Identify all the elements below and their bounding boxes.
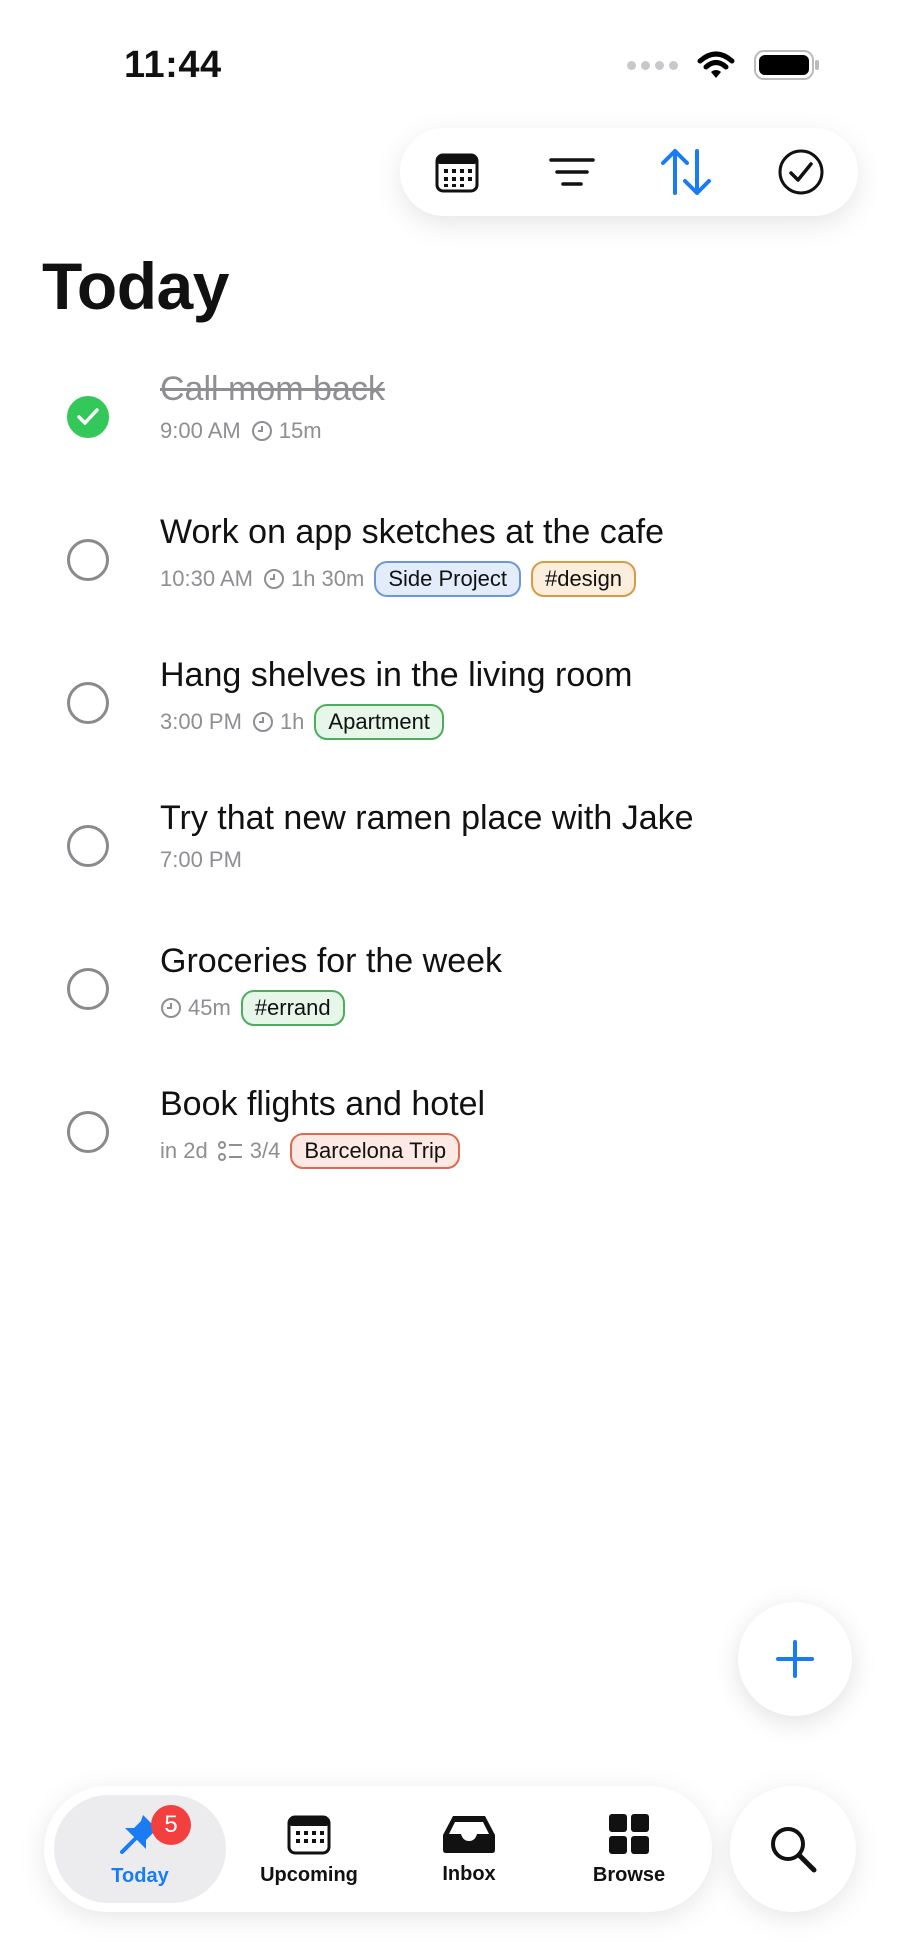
tab-inbox[interactable]: Inbox bbox=[394, 1786, 544, 1912]
task-row[interactable]: Try that new ramen place with Jake 7:00 … bbox=[0, 775, 900, 918]
task-title: Call mom back bbox=[160, 370, 385, 408]
tab-upcoming[interactable]: Upcoming bbox=[234, 1786, 384, 1912]
task-meta: in 2d 3/4 Barcelona Trip bbox=[160, 1133, 461, 1169]
task-duration: 45m bbox=[160, 995, 231, 1021]
task-checkbox[interactable] bbox=[67, 682, 109, 724]
plus-icon bbox=[776, 1640, 814, 1678]
task-row[interactable]: Book flights and hotel in 2d 3/4 Barcelo… bbox=[0, 1061, 900, 1204]
task-time: 7:00 PM bbox=[160, 847, 242, 872]
task-row[interactable]: Groceries for the week 45m #errand bbox=[0, 918, 900, 1061]
tab-today[interactable]: 5 Today bbox=[54, 1795, 226, 1903]
task-title: Try that new ramen place with Jake bbox=[160, 799, 694, 837]
clock-icon bbox=[263, 569, 284, 589]
project-tag[interactable]: Barcelona Trip bbox=[290, 1133, 461, 1169]
task-due: in 2d bbox=[160, 1138, 208, 1163]
battery-icon bbox=[754, 50, 819, 80]
tab-bar: 5 Today Upcoming Inbox Browse bbox=[44, 1786, 712, 1912]
task-title: Groceries for the week bbox=[160, 942, 503, 980]
project-tag[interactable]: Side Project bbox=[374, 561, 521, 597]
task-meta: 9:00 AM 15m bbox=[160, 418, 322, 444]
task-meta: 3:00 PM 1h Apartment bbox=[160, 704, 444, 740]
task-subtasks-text: 3/4 bbox=[249, 1138, 281, 1163]
search-button[interactable] bbox=[730, 1786, 856, 1912]
inbox-tray-icon bbox=[443, 1815, 495, 1853]
filter-button[interactable] bbox=[540, 140, 604, 204]
task-checkbox-completed[interactable] bbox=[67, 396, 109, 438]
checkmark-icon bbox=[77, 408, 99, 425]
task-meta: 45m #errand bbox=[160, 990, 345, 1026]
page-title: Today bbox=[42, 249, 229, 323]
filter-lines-icon bbox=[549, 158, 595, 186]
task-checkbox[interactable] bbox=[67, 539, 109, 581]
task-duration-text: 1h bbox=[279, 709, 305, 734]
label-tag[interactable]: #errand bbox=[240, 990, 345, 1026]
calendar-icon bbox=[435, 153, 479, 193]
status-icons bbox=[627, 50, 820, 80]
project-tag[interactable]: Apartment bbox=[314, 704, 444, 740]
tab-label: Browse bbox=[592, 1863, 666, 1886]
task-time: 9:00 AM bbox=[160, 418, 241, 443]
task-checkbox[interactable] bbox=[67, 968, 109, 1010]
task-checkbox[interactable] bbox=[67, 825, 109, 867]
calendar-view-button[interactable] bbox=[425, 140, 489, 204]
status-time: 11:44 bbox=[124, 44, 222, 86]
clock-icon bbox=[161, 998, 181, 1018]
view-toolbar bbox=[400, 128, 858, 216]
task-duration-text: 1h 30m bbox=[290, 566, 365, 591]
task-title: Hang shelves in the living room bbox=[160, 656, 633, 694]
task-row[interactable]: Hang shelves in the living room 3:00 PM … bbox=[0, 632, 900, 775]
grid-icon bbox=[609, 1813, 649, 1854]
tab-browse[interactable]: Browse bbox=[554, 1786, 704, 1912]
tab-label: Today bbox=[111, 1864, 169, 1887]
label-tag[interactable]: #design bbox=[530, 561, 637, 597]
add-task-button[interactable] bbox=[738, 1602, 852, 1716]
task-row[interactable]: Work on app sketches at the cafe 10:30 A… bbox=[0, 489, 900, 632]
completed-toggle-button[interactable] bbox=[769, 140, 833, 204]
task-row[interactable]: Call mom back 9:00 AM 15m bbox=[0, 346, 900, 489]
search-icon bbox=[771, 1827, 817, 1873]
task-time: 10:30 AM bbox=[160, 566, 253, 591]
today-badge: 5 bbox=[151, 1805, 191, 1845]
tab-label: Upcoming bbox=[260, 1863, 358, 1886]
task-duration: 1h bbox=[252, 709, 304, 735]
calendar-icon bbox=[287, 1815, 331, 1854]
task-subtasks: 3/4 bbox=[217, 1138, 281, 1164]
task-duration: 15m bbox=[251, 418, 322, 444]
task-meta: 10:30 AM 1h 30m Side Project #design bbox=[160, 561, 637, 597]
task-checkbox[interactable] bbox=[67, 1111, 109, 1153]
task-duration: 1h 30m bbox=[263, 566, 364, 592]
task-duration-text: 15m bbox=[278, 418, 322, 443]
task-title: Book flights and hotel bbox=[160, 1085, 486, 1123]
task-time: 3:00 PM bbox=[160, 709, 242, 734]
subtasks-icon bbox=[217, 1141, 242, 1161]
clock-icon bbox=[251, 421, 272, 441]
wifi-icon bbox=[697, 51, 735, 78]
checkmark-circle-icon bbox=[778, 149, 824, 195]
tab-label: Inbox bbox=[442, 1862, 496, 1885]
sort-button[interactable] bbox=[654, 140, 718, 204]
sort-arrows-icon bbox=[661, 149, 712, 195]
task-title: Work on app sketches at the cafe bbox=[160, 513, 664, 551]
task-meta: 7:00 PM bbox=[160, 847, 242, 873]
cellular-signal-icon bbox=[627, 60, 678, 70]
clock-icon bbox=[252, 712, 273, 732]
task-duration-text: 45m bbox=[188, 995, 231, 1020]
